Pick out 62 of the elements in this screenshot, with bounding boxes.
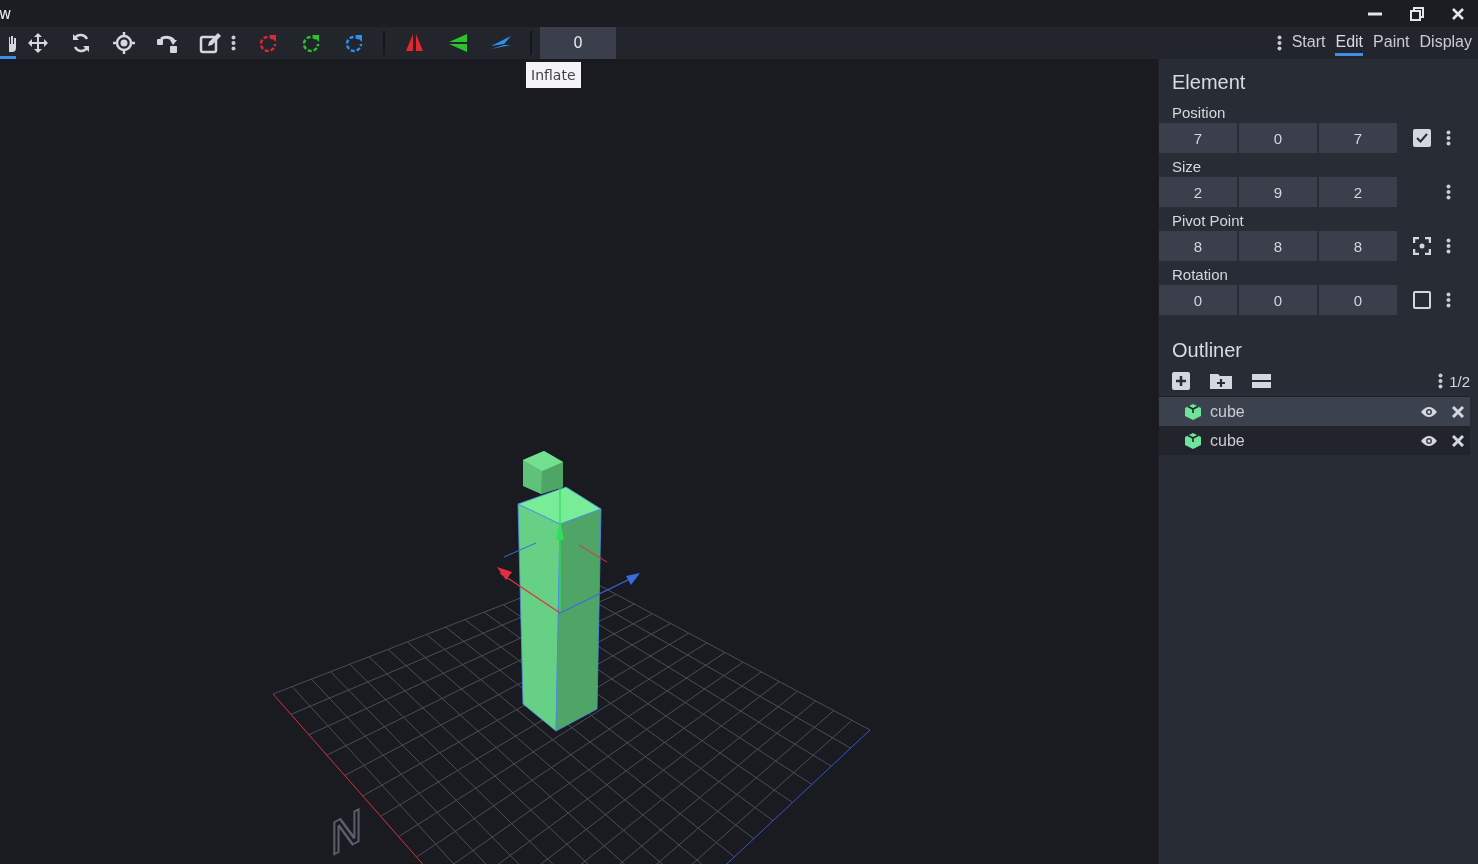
field-label: Position [1172,104,1227,121]
menu-label[interactable]: w [0,4,12,23]
edit-icon [198,32,221,54]
mode-tab[interactable]: Paint [1373,30,1410,56]
add-folder-icon[interactable] [1210,373,1232,389]
panel-title: Outliner [1172,339,1244,362]
item-name: cube [1210,431,1245,450]
mirror-icon[interactable] [403,33,426,53]
number-field[interactable]: 8 [1239,231,1317,261]
close-icon[interactable] [1452,434,1464,447]
add-cube-icon[interactable] [1172,372,1190,390]
mode-tab[interactable]: Display [1419,30,1472,56]
item-name: cube [1210,402,1245,421]
restore-icon[interactable] [1410,6,1424,21]
more-icon[interactable] [1446,238,1451,254]
tool-menu-icon[interactable] [231,35,236,51]
panel-title: Element [1172,71,1247,94]
checkbox[interactable] [1413,291,1431,309]
compass-label: N [330,797,363,864]
more-icon[interactable] [1446,130,1451,146]
cube-drawing [523,451,563,494]
more-icon[interactable] [1446,292,1451,308]
number-field[interactable]: 9 [1239,177,1317,207]
mode-menu-icon[interactable] [1276,35,1282,51]
move-icon [26,32,49,54]
field-label: Pivot Point [1172,212,1245,229]
focus-icon[interactable] [1413,237,1431,255]
inflate-field[interactable]: 0 [540,27,616,59]
eye-icon[interactable] [1420,405,1438,418]
checkbox[interactable] [1413,129,1431,147]
target-icon [112,32,135,54]
cube-icon [1184,402,1202,421]
rotate-arrow-icon[interactable] [257,33,278,53]
outliner-row[interactable]: cube [1159,397,1470,426]
collapse-icon[interactable] [1252,374,1271,388]
hand-icon [9,34,16,52]
number-field[interactable]: 0 [1319,285,1397,315]
number-field[interactable]: 0 [1239,123,1317,153]
tooltip: Inflate [526,62,581,88]
number-field[interactable]: 7 [1319,123,1397,153]
number-field[interactable]: 2 [1319,177,1397,207]
mode-tab[interactable]: Start [1291,30,1326,56]
outliner-row[interactable]: cube [1159,426,1470,455]
rotate-arrow-icon[interactable] [300,33,321,53]
more-icon[interactable] [1446,184,1451,200]
number-field[interactable]: 2 [1159,177,1237,207]
number-field[interactable]: 8 [1319,231,1397,261]
item-count: 1/2 [1449,372,1470,390]
number-field[interactable]: 8 [1159,231,1237,261]
number-field[interactable]: 0 [1239,285,1317,315]
number-field[interactable]: 0 [1159,285,1237,315]
rotate-arrow-icon[interactable] [343,33,364,53]
more-icon[interactable] [1438,373,1444,389]
close-icon[interactable] [1452,7,1464,20]
close-icon[interactable] [1452,405,1464,418]
eye-icon[interactable] [1420,434,1438,447]
minimize-icon[interactable] [1368,11,1382,16]
field-label: Rotation [1172,266,1229,283]
mode-tab[interactable]: Edit [1335,30,1364,56]
field-label: Size [1172,158,1203,175]
cube-icon [1184,431,1202,450]
number-field[interactable]: 7 [1159,123,1237,153]
